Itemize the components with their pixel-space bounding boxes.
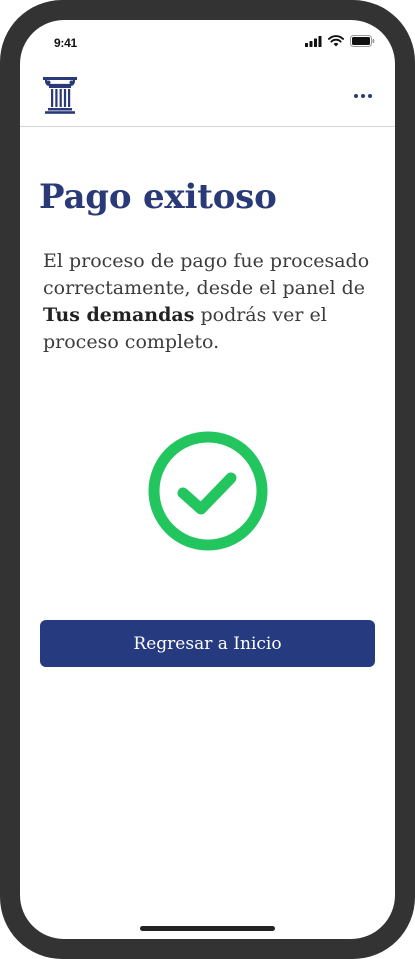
phone-screen: 9:41 Pago exitoso El proceso de pago fue… bbox=[20, 20, 395, 939]
message-link-text: Tus demandas bbox=[43, 304, 195, 326]
message-text-part1: El proceso de pago fue procesado correct… bbox=[43, 250, 370, 299]
status-time: 9:41 bbox=[54, 36, 77, 50]
greek-column-icon[interactable] bbox=[42, 76, 78, 114]
app-header bbox=[20, 66, 395, 127]
success-message: El proceso de pago fue procesado correct… bbox=[43, 248, 373, 356]
battery-icon bbox=[350, 35, 375, 47]
signal-icon bbox=[305, 35, 322, 47]
more-horizontal-icon bbox=[354, 94, 358, 98]
more-options-button[interactable] bbox=[349, 84, 377, 108]
status-bar: 9:41 bbox=[20, 20, 395, 66]
check-circle-icon bbox=[148, 431, 268, 551]
more-dot bbox=[368, 94, 372, 98]
home-indicator bbox=[140, 926, 275, 931]
phone-frame: 9:41 Pago exitoso El proceso de pago fue… bbox=[0, 0, 415, 959]
back-home-button[interactable]: Regresar a Inicio bbox=[40, 620, 375, 667]
more-dot bbox=[361, 94, 365, 98]
status-icons bbox=[305, 35, 375, 47]
wifi-icon bbox=[328, 35, 344, 47]
page-title: Pago exitoso bbox=[39, 177, 277, 217]
